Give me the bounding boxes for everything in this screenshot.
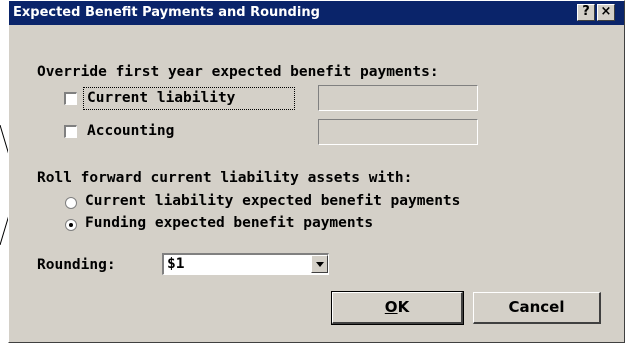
- cancel-button[interactable]: Cancel: [473, 292, 601, 324]
- rounding-value: $1: [167, 256, 185, 272]
- radio-current-liability-payments-label[interactable]: Current liability expected benefit payme…: [85, 192, 460, 210]
- roll-forward-heading: Roll forward current liability assets wi…: [37, 170, 413, 186]
- title-bar: Expected Benefit Payments and Rounding ?…: [9, 1, 624, 25]
- window-title: Expected Benefit Payments and Rounding: [13, 5, 320, 20]
- current-liability-field[interactable]: [318, 85, 478, 111]
- accounting-field[interactable]: [318, 119, 478, 145]
- rounding-select[interactable]: $1: [162, 253, 329, 275]
- radio-funding-payments[interactable]: [65, 219, 77, 231]
- ok-button[interactable]: OK: [331, 291, 464, 325]
- screen: Expected Benefit Payments and Rounding ?…: [0, 0, 633, 343]
- help-icon[interactable]: ?: [577, 4, 595, 21]
- accounting-checkbox[interactable]: [64, 125, 77, 138]
- current-liability-label[interactable]: Current liability: [87, 89, 235, 107]
- close-icon[interactable]: ×: [597, 4, 615, 21]
- radio-funding-payments-label[interactable]: Funding expected benefit payments: [85, 214, 373, 232]
- rounding-label: Rounding:: [37, 257, 116, 273]
- chevron-down-icon[interactable]: [311, 255, 328, 273]
- current-liability-checkbox[interactable]: [64, 92, 77, 105]
- ok-label: K: [397, 298, 410, 316]
- accounting-label[interactable]: Accounting: [87, 122, 174, 140]
- ok-mnemonic: O: [384, 298, 398, 316]
- radio-current-liability-payments[interactable]: [65, 197, 77, 209]
- override-heading: Override first year expected benefit pay…: [37, 64, 439, 80]
- dialog-window: Expected Benefit Payments and Rounding ?…: [8, 0, 625, 343]
